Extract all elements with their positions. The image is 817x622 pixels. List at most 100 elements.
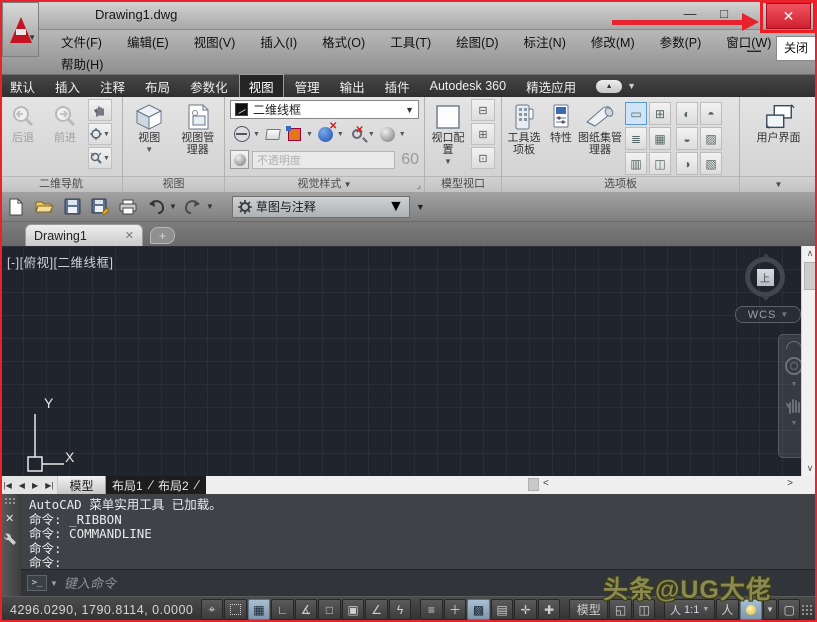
scroll-up-icon[interactable]: ∧: [802, 248, 817, 259]
dynamic-input-toggle[interactable]: ϟ: [389, 599, 412, 620]
shadow-caret-icon[interactable]: [337, 131, 344, 138]
nav-back-button[interactable]: 后退: [2, 99, 44, 176]
close-button[interactable]: ✕: [766, 3, 811, 29]
tab-layout1[interactable]: 布局1: [106, 477, 149, 494]
viewport-config-button[interactable]: 视口配置: [427, 99, 469, 176]
clipboard-button[interactable]: ◫: [649, 152, 671, 175]
file-tab-drawing1[interactable]: Drawing1 ✕: [25, 224, 143, 246]
panel-title-palettes[interactable]: 选项板: [502, 176, 739, 192]
new-file-button[interactable]: [4, 195, 28, 219]
join-viewport-button[interactable]: ⊞: [471, 123, 495, 145]
resize-grip-icon[interactable]: [801, 604, 813, 616]
viewcube[interactable]: 上: [739, 251, 791, 303]
ribbon-minimize-button[interactable]: [596, 80, 622, 93]
ortho-mode-toggle[interactable]: ∟: [271, 599, 294, 620]
dbconnect-button[interactable]: ◐: [676, 102, 698, 125]
command-prompt-icon[interactable]: >_: [27, 575, 47, 591]
highlight-caret-icon[interactable]: [368, 131, 375, 138]
drawing-canvas[interactable]: [-][俯视][二维线框] 上 WCS Y X ∧ ∨: [0, 246, 817, 476]
full-navigation-wheel-icon[interactable]: [786, 341, 802, 349]
menu-view[interactable]: 视图(V): [190, 32, 240, 51]
advanced-render-button[interactable]: ▧: [700, 152, 722, 175]
navbar-more-caret-icon[interactable]: [791, 420, 798, 427]
markup-set-button[interactable]: ▥: [625, 152, 647, 175]
tool-palettes-button[interactable]: 工具选项板: [504, 99, 544, 176]
vertical-scrollbar[interactable]: ∧ ∨: [801, 246, 817, 476]
tab-autodesk360[interactable]: Autodesk 360: [421, 77, 515, 95]
recent-commands-caret-icon[interactable]: [50, 579, 58, 588]
layout-tab-nav[interactable]: |◀ ◀ ▶ ▶|: [0, 476, 58, 494]
snap-mode-toggle[interactable]: ⌖: [201, 599, 224, 620]
polar-tracking-toggle[interactable]: ∡: [295, 599, 318, 620]
wcs-dropdown[interactable]: WCS: [735, 306, 801, 323]
app-logo-button[interactable]: ▼: [2, 2, 39, 57]
viewcube-top-face[interactable]: 上: [757, 269, 774, 286]
object-snap-toggle[interactable]: □: [318, 599, 341, 620]
3d-object-snap-toggle[interactable]: ▣: [342, 599, 365, 620]
drag-grip-icon[interactable]: [4, 497, 16, 506]
horizontal-scrollbar[interactable]: < >: [206, 476, 817, 494]
first-tab-icon[interactable]: |◀: [4, 481, 12, 490]
command-close-icon[interactable]: ✕: [5, 512, 14, 525]
panel-title-views[interactable]: 视图: [123, 176, 224, 192]
command-history[interactable]: AutoCAD 菜单实用工具 已加载。 命令: _RIBBON 命令: COMM…: [21, 494, 817, 569]
no-hidden-button[interactable]: [232, 124, 252, 144]
shadow-off-button[interactable]: [316, 124, 336, 144]
opacity-slider[interactable]: 不透明度: [252, 151, 395, 169]
file-tab-close-icon[interactable]: ✕: [125, 229, 134, 242]
material-sphere-button[interactable]: [378, 124, 398, 144]
prev-tab-icon[interactable]: ◀: [19, 481, 25, 490]
panel-title-user-interface[interactable]: [740, 176, 817, 192]
annotation-monitor-toggle[interactable]: ✚: [538, 599, 561, 620]
selection-cycling-toggle[interactable]: ▩: [467, 599, 490, 620]
horizontal-scroll-thumb[interactable]: [528, 478, 539, 491]
grid-snap-toggle[interactable]: [224, 599, 247, 620]
workspace-combo[interactable]: 草图与注释: [232, 196, 410, 218]
clean-screen-button[interactable]: ▢: [778, 599, 801, 620]
visual-style-combo[interactable]: 二维线框: [230, 100, 419, 119]
named-views-button[interactable]: 视图: [128, 99, 170, 176]
restore-viewport-button[interactable]: ⊡: [471, 147, 495, 169]
save-as-button[interactable]: [88, 195, 112, 219]
tab-layout2[interactable]: 布局2: [152, 477, 195, 494]
command-input[interactable]: [64, 576, 364, 591]
save-button[interactable]: [60, 195, 84, 219]
menu-edit[interactable]: 编辑(E): [123, 32, 173, 51]
menu-tools[interactable]: 工具(T): [386, 32, 435, 51]
menu-help[interactable]: 帮助(H): [57, 54, 107, 73]
properties-button[interactable]: 特性: [544, 99, 578, 176]
mdi-minimize-icon[interactable]: —: [747, 42, 761, 58]
wheel-caret-icon[interactable]: [791, 381, 798, 388]
minimize-button[interactable]: —: [675, 4, 705, 26]
menu-dimension[interactable]: 标注(N): [520, 32, 570, 51]
viewport-controls-label[interactable]: [-][俯视][二维线框]: [7, 252, 114, 271]
nav-forward-button[interactable]: 前进: [44, 99, 86, 176]
tab-output[interactable]: 输出: [331, 75, 374, 98]
redo-button[interactable]: [181, 195, 205, 219]
coordinates-readout[interactable]: 4296.0290, 1790.8114, 0.0000: [0, 603, 201, 617]
ribbon-minimize-caret[interactable]: [627, 81, 636, 91]
pan-button[interactable]: [88, 99, 112, 121]
next-tab-icon[interactable]: ▶: [32, 481, 38, 490]
grid-display-toggle[interactable]: ▦: [248, 599, 271, 620]
visual-styles-palette-button[interactable]: ◒: [676, 127, 698, 150]
tab-layout[interactable]: 布局: [136, 75, 179, 98]
selection-preview-toggle[interactable]: ✛: [514, 599, 537, 620]
named-viewport-button[interactable]: ⊟: [471, 99, 495, 121]
zoom-extents-button[interactable]: [88, 147, 112, 169]
menu-draw[interactable]: 绘图(D): [452, 32, 502, 51]
orbit-button[interactable]: [88, 123, 112, 145]
calculator-button[interactable]: ▦: [649, 127, 671, 150]
lineweight-toggle[interactable]: ≡: [420, 599, 443, 620]
viewcube-ring-icon[interactable]: 上: [745, 257, 785, 297]
color-style-button[interactable]: [285, 124, 305, 144]
command-strip[interactable]: ✕: [0, 494, 21, 596]
tab-annotate[interactable]: 注释: [91, 75, 134, 98]
lights-palette-button[interactable]: ◓: [700, 102, 722, 125]
panel-title-2d-navigation[interactable]: 二维导航: [0, 176, 122, 192]
menu-format[interactable]: 格式(O): [318, 32, 369, 51]
command-line-toggle-button[interactable]: ▭: [625, 102, 647, 125]
tab-default[interactable]: 默认: [1, 75, 44, 98]
undo-caret-icon[interactable]: [169, 202, 177, 211]
tab-insert[interactable]: 插入: [46, 75, 89, 98]
